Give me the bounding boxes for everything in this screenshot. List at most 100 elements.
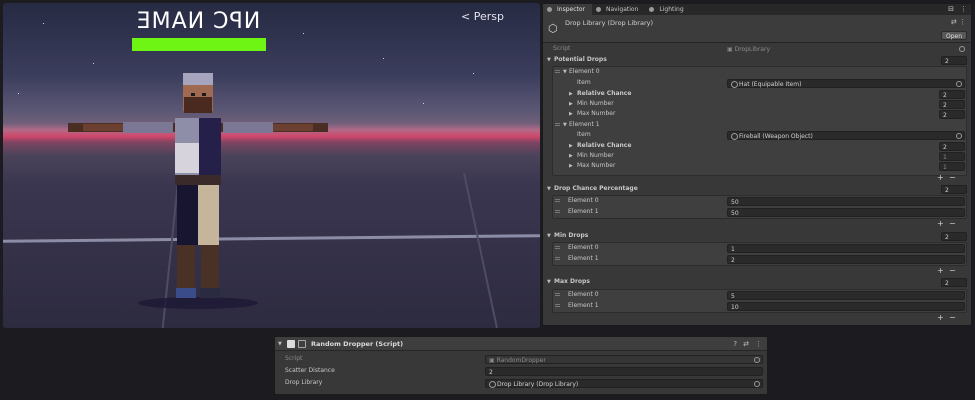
foldout-arrow-icon[interactable]: ▼: [547, 231, 551, 241]
tab-inspector[interactable]: Inspector: [543, 4, 592, 15]
min-element-1-row: Element 1 2: [543, 254, 971, 264]
star: [43, 23, 44, 24]
min-number-field[interactable]: 1: [939, 151, 965, 161]
relative-chance-label: Relative Chance: [577, 90, 632, 97]
min-number-field[interactable]: 2: [939, 99, 965, 109]
max-add-button[interactable]: +: [937, 313, 944, 322]
max-remove-button[interactable]: −: [949, 313, 956, 322]
potential-drops-size[interactable]: 2: [941, 55, 967, 65]
tab-lighting[interactable]: Lighting: [645, 4, 690, 15]
max-drops-header[interactable]: ▼ Max Drops 2: [543, 277, 971, 287]
kebab-menu-icon[interactable]: ⋮: [755, 337, 762, 351]
object-picker-icon[interactable]: [956, 132, 962, 139]
potential-drops-header[interactable]: ▼ Potential Drops 2: [543, 55, 971, 65]
max-element-0-row: Element 0 5: [543, 290, 971, 300]
enabled-checkbox[interactable]: [298, 340, 306, 348]
min-drops-header[interactable]: ▼ Min Drops 2: [543, 231, 971, 241]
foldout-arrow-icon[interactable]: ▼: [547, 55, 551, 65]
object-picker-icon[interactable]: [754, 380, 760, 387]
item-value: Fireball (Weapon Object): [739, 132, 813, 140]
foldout-arrow-icon[interactable]: ▶: [569, 89, 573, 99]
drag-handle-icon[interactable]: [555, 246, 560, 249]
foldout-arrow-icon[interactable]: ▼: [563, 67, 567, 77]
foldout-arrow-icon[interactable]: ▼: [547, 184, 551, 194]
max-element-0-field[interactable]: 5: [727, 290, 965, 300]
item-value: Hat (Equipable Item): [739, 80, 802, 88]
max-element-1-label: Element 1: [568, 302, 599, 309]
drag-handle-icon[interactable]: [555, 304, 560, 307]
pd-remove-button[interactable]: −: [949, 173, 956, 182]
foldout-arrow-icon[interactable]: ▶: [569, 151, 573, 161]
max-drops-label: Max Drops: [554, 278, 590, 285]
object-picker-icon[interactable]: [956, 80, 962, 87]
script-row: Script ▣ DropLibrary: [543, 44, 971, 54]
max-number-label: Max Number: [577, 162, 616, 169]
dropper-script-field: ▣ RandomDropper: [485, 354, 763, 364]
pd-element-1-label: Element 1: [569, 121, 600, 128]
tab-navigation[interactable]: Navigation: [592, 4, 645, 15]
foldout-arrow-icon[interactable]: ▶: [569, 141, 573, 151]
star: [473, 73, 474, 74]
min-add-button[interactable]: +: [937, 266, 944, 275]
open-button[interactable]: Open: [940, 31, 967, 40]
relative-chance-field[interactable]: 2: [939, 89, 965, 99]
drag-handle-icon[interactable]: [555, 123, 560, 126]
foldout-arrow-icon[interactable]: ▼: [278, 337, 282, 351]
help-icon[interactable]: ?: [733, 337, 737, 351]
kebab-menu-icon[interactable]: ⋮: [960, 4, 967, 15]
pd-element-1-item-field[interactable]: Fireball (Weapon Object): [727, 130, 965, 140]
npc-name-label: NPC NAME: [135, 9, 261, 34]
dc-add-button[interactable]: +: [937, 219, 944, 228]
drop-chance-header[interactable]: ▼ Drop Chance Percentage 2: [543, 184, 971, 194]
scene-view[interactable]: NPC NAME < Persp: [3, 3, 540, 328]
pd-element-0-item-field[interactable]: Hat (Equipable Item): [727, 78, 965, 88]
object-picker-icon[interactable]: [959, 45, 965, 52]
drop-library-field[interactable]: Drop Library (Drop Library): [485, 378, 763, 388]
scatter-distance-field[interactable]: 2: [485, 366, 763, 376]
pd-element-1-header[interactable]: ▼ Element 1: [543, 120, 971, 130]
dc-element-0-field[interactable]: 50: [727, 196, 965, 206]
object-picker-icon[interactable]: [754, 356, 760, 363]
max-number-field[interactable]: 1: [939, 161, 965, 171]
drag-handle-icon[interactable]: [555, 210, 560, 213]
min-drops-size[interactable]: 2: [941, 231, 967, 241]
npc-character-model[interactable]: [63, 63, 333, 313]
drag-handle-icon[interactable]: [555, 257, 560, 260]
scatter-distance-row: Scatter Distance 2: [275, 366, 767, 376]
script-field: ▣ DropLibrary: [727, 45, 967, 54]
view-mode-label[interactable]: < Persp: [461, 10, 504, 23]
max-element-1-field[interactable]: 10: [727, 301, 965, 311]
min-element-1-field[interactable]: 2: [727, 254, 965, 264]
dc-element-1-field[interactable]: 50: [727, 207, 965, 217]
drop-chance-size[interactable]: 2: [941, 184, 967, 194]
foldout-arrow-icon[interactable]: ▶: [569, 99, 573, 109]
max-number-field[interactable]: 2: [939, 109, 965, 119]
presets-icon[interactable]: ⇄: [743, 337, 749, 351]
item-label: Item: [577, 131, 591, 138]
component-header[interactable]: ▼ Random Dropper (Script) ? ⇄ ⋮: [275, 337, 767, 351]
max-drops-size[interactable]: 2: [941, 277, 967, 287]
component-title: Random Dropper (Script): [311, 340, 404, 348]
min-element-0-field[interactable]: 1: [727, 243, 965, 253]
drag-handle-icon[interactable]: [555, 293, 560, 296]
pd-element-1-item-row: Item Fireball (Weapon Object): [543, 130, 971, 140]
dc-remove-button[interactable]: −: [949, 219, 956, 228]
pd-element-0-header[interactable]: ▼ Element 0: [543, 67, 971, 77]
pd-element-1-max-number-row: ▶ Max Number 1: [543, 161, 971, 171]
foldout-arrow-icon[interactable]: ▼: [547, 277, 551, 287]
min-remove-button[interactable]: −: [949, 266, 956, 275]
pd-add-button[interactable]: +: [937, 173, 944, 182]
foldout-arrow-icon[interactable]: ▶: [569, 161, 573, 171]
lock-icon[interactable]: ⊟: [948, 4, 954, 15]
relative-chance-field[interactable]: 2: [939, 141, 965, 151]
foldout-arrow-icon[interactable]: ▼: [563, 120, 567, 130]
drag-handle-icon[interactable]: [555, 70, 560, 73]
navigation-icon: [596, 7, 601, 12]
max-element-0-label: Element 0: [568, 291, 599, 298]
foldout-arrow-icon[interactable]: ▶: [569, 109, 573, 119]
potential-drops-label: Potential Drops: [554, 56, 607, 63]
drag-handle-icon[interactable]: [555, 199, 560, 202]
tab-lighting-label: Lighting: [659, 6, 684, 13]
script-label: Script: [285, 355, 303, 362]
header-settings-icon[interactable]: ⇄ ⋮: [951, 18, 966, 26]
